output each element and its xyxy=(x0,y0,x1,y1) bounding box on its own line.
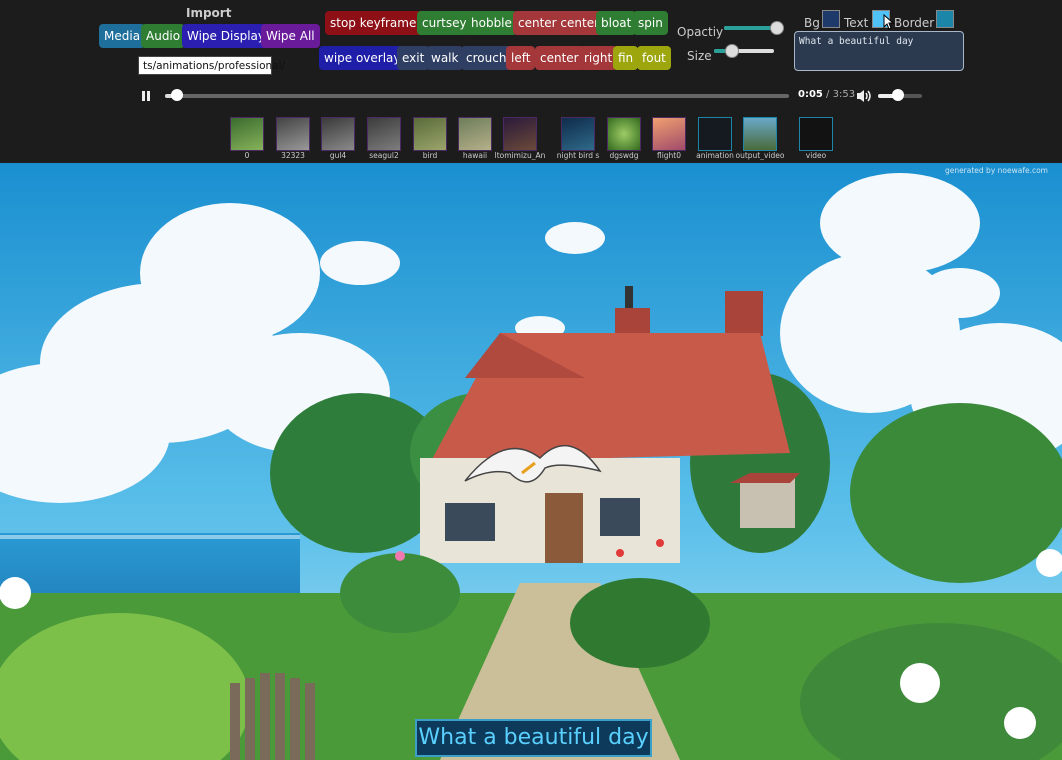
text-overlay-caption: What a beautiful day xyxy=(415,719,652,757)
path-tooltip: ts/animations/professional/ xyxy=(138,56,285,75)
left-button[interactable]: left xyxy=(506,46,536,70)
seek-track xyxy=(165,94,789,98)
thumbnail-output-video[interactable] xyxy=(743,117,777,151)
crouch-button[interactable]: crouch xyxy=(461,46,512,70)
pause-icon[interactable] xyxy=(141,90,151,102)
video-preview xyxy=(0,163,1062,760)
mouse-cursor-icon xyxy=(883,14,895,30)
size-label: Size xyxy=(687,49,712,63)
thumbnail-bird[interactable] xyxy=(413,117,447,151)
border-color-swatch[interactable] xyxy=(936,10,954,28)
border-color-label: Border xyxy=(894,16,935,30)
thumbnail-night-bird[interactable] xyxy=(561,117,595,151)
text-color-label: Text xyxy=(844,16,869,30)
thumbnail-video[interactable] xyxy=(799,117,833,151)
time-separator: / xyxy=(822,89,833,100)
fin-button[interactable]: fin xyxy=(613,46,639,70)
current-time: 0:05 xyxy=(798,89,823,100)
thumbnail-0[interactable] xyxy=(230,117,264,151)
right-button[interactable]: right xyxy=(579,46,618,70)
thumbnail-label: output_video xyxy=(735,151,785,160)
bg-color-label: Bg xyxy=(804,16,820,30)
exit-button[interactable]: exit xyxy=(397,46,430,70)
hobble-button[interactable]: hobble xyxy=(466,11,517,35)
stop-keyframes-button[interactable]: stop keyframes xyxy=(325,11,428,35)
media-button[interactable]: Media xyxy=(99,24,146,48)
bloat-button[interactable]: bloat xyxy=(596,11,637,35)
thumbnail-32323[interactable] xyxy=(276,117,310,151)
opacity-knob[interactable] xyxy=(770,21,784,35)
import-label: Import xyxy=(186,6,232,20)
thumbnail-gul4[interactable] xyxy=(321,117,355,151)
thumbnail-flight0[interactable] xyxy=(652,117,686,151)
center-button[interactable]: center xyxy=(535,46,584,70)
curtsey-button[interactable]: curtsey xyxy=(417,11,472,35)
watermark: generated by noewafe.com xyxy=(944,166,1048,175)
walk-button[interactable]: walk xyxy=(426,46,464,70)
thumbnail-ltomimizu[interactable] xyxy=(503,117,537,151)
audio-button[interactable]: Audio xyxy=(141,24,186,48)
time-display: 0:05 / 3:53 xyxy=(798,89,855,100)
thumbnail-animation[interactable] xyxy=(698,117,732,151)
wipe-display-button[interactable]: Wipe Display xyxy=(182,24,270,48)
thumbnail-seagul2[interactable] xyxy=(367,117,401,151)
thumbnail-dgswdg[interactable] xyxy=(607,117,641,151)
size-knob[interactable] xyxy=(725,44,739,58)
overlay-text-input[interactable]: What a beautiful day xyxy=(794,31,964,71)
thumbnail-label: ltomimizu_An xyxy=(494,151,546,160)
toolbar: Import Media Audio Wipe Display Wipe All… xyxy=(0,0,1062,163)
opacity-label: Opactiy xyxy=(677,25,724,39)
center-center-button[interactable]: center center xyxy=(513,11,605,35)
volume-icon[interactable] xyxy=(856,89,872,103)
scene-illustration xyxy=(0,163,1062,760)
volume-knob[interactable] xyxy=(892,89,904,101)
fout-button[interactable]: fout xyxy=(637,46,671,70)
wipe-overlay-button[interactable]: wipe overlay xyxy=(319,46,406,70)
thumbnail-label: video xyxy=(805,151,827,160)
wipe-all-button[interactable]: Wipe All xyxy=(261,24,320,48)
spin-button[interactable]: spin xyxy=(633,11,668,35)
total-time: 3:53 xyxy=(832,89,856,100)
seek-knob[interactable] xyxy=(171,89,183,101)
thumbnail-hawaii[interactable] xyxy=(458,117,492,151)
bg-color-swatch[interactable] xyxy=(822,10,840,28)
